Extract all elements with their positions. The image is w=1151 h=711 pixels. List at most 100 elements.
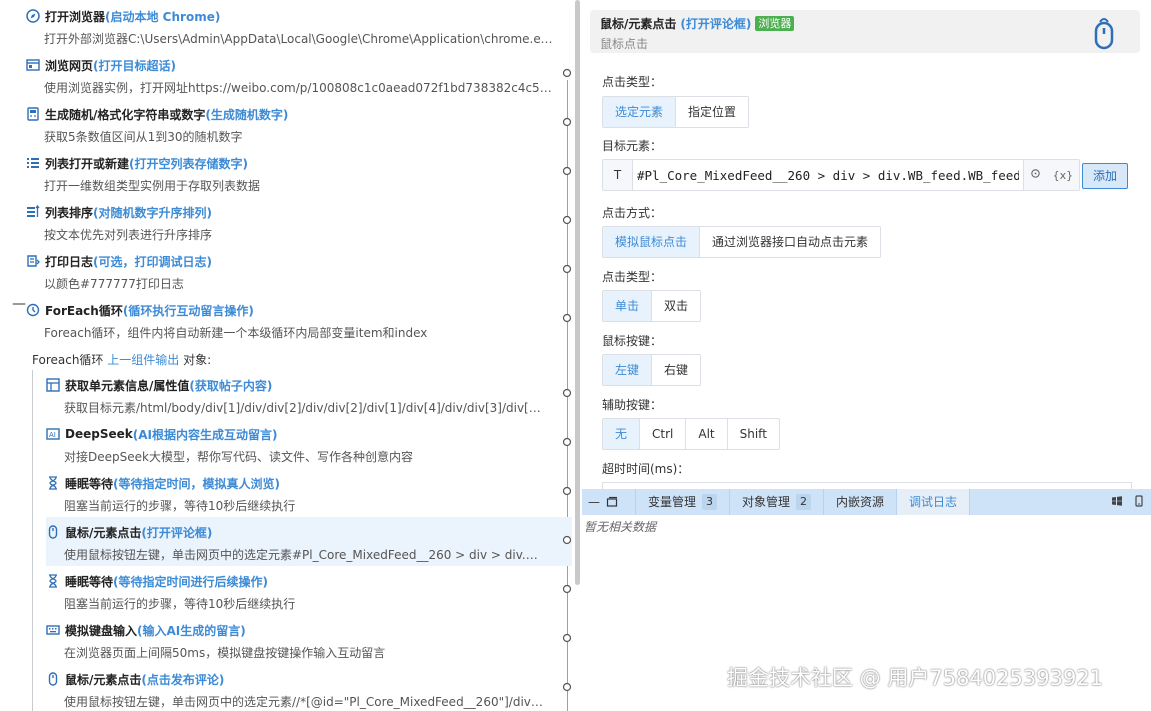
option-shift[interactable]: Shift xyxy=(726,419,779,449)
add-button[interactable]: 添加 xyxy=(1082,163,1128,189)
step-print-log[interactable]: 打印日志 (可选，打印调试日志) 以颜色#777777打印日志 xyxy=(26,246,580,295)
variable-insert-button[interactable]: {x} xyxy=(1053,169,1074,182)
loop-icon xyxy=(26,303,40,317)
step-mouse-click-open-comment[interactable]: 鼠标/元素点击 (打开评论框) 使用鼠标按钮左键，单击网页中的选定元素#Pl_Co… xyxy=(46,517,572,566)
timeout-input[interactable] xyxy=(602,482,1132,489)
step-desc: 使用鼠标按钮左键，单击网页中的选定元素//*[@id="Pl_Core_Mixe… xyxy=(64,695,544,709)
collapse-loop-button[interactable]: — xyxy=(12,297,26,311)
step-alias: (等待指定时间进行后续操作) xyxy=(113,574,268,589)
target-element-input[interactable] xyxy=(633,160,1023,190)
empty-state-text: 暂无相关数据 xyxy=(584,520,657,534)
tab-label: 内嵌资源 xyxy=(836,495,885,509)
step-name: 睡眠等待 xyxy=(65,574,114,589)
step-desc: 获取目标元素/html/body/div[1]/div/div[2]/div/d… xyxy=(64,401,544,415)
ai-icon: AI xyxy=(46,427,60,441)
step-browse-page[interactable]: 浏览网页 (打开目标超话) 使用浏览器实例，打开网址https://weibo.c… xyxy=(26,50,580,99)
connector-pin-icon[interactable] xyxy=(561,263,573,275)
step-alias: (打开目标超话) xyxy=(93,58,176,73)
component-header: 鼠标/元素点击 (打开评论框) 浏览器 鼠标点击 xyxy=(590,10,1140,53)
tab-embedded-resources[interactable]: 内嵌资源 xyxy=(823,489,896,515)
step-desc: 打开一维数组类型实例用于存取列表数据 xyxy=(44,179,261,193)
connector-pin-icon[interactable] xyxy=(561,165,573,177)
click-method-label: 点击方式： xyxy=(602,206,663,220)
option-alt[interactable]: Alt xyxy=(685,419,727,449)
connector-pin-icon[interactable] xyxy=(561,485,573,497)
browser-badge: 浏览器 xyxy=(755,16,795,31)
click-method-selector: 模拟鼠标点击 通过浏览器接口自动点击元素 xyxy=(602,226,882,258)
step-desc: 阻塞当前运行的步骤，等待10秒后继续执行 xyxy=(64,499,296,513)
step-alias: (打开评论框) xyxy=(141,525,213,540)
step-desc: 打开外部浏览器C:\Users\Admin\AppData\Local\Goog… xyxy=(44,32,554,46)
restore-icon[interactable] xyxy=(603,489,621,515)
step-desc: 对接DeepSeek大模型，帮你写代码、读文件、写作各种创意内容 xyxy=(64,450,413,464)
tab-debug-log[interactable]: 调试日志 xyxy=(896,489,971,515)
step-random-generator[interactable]: 生成随机/格式化字符串或数字 (生成随机数字) 获取5条数值区间从1到30的随机数… xyxy=(26,99,580,148)
step-foreach-loop[interactable]: ForEach循环 (循环执行互动留言操作) Foreach循环，组件内将自动新… xyxy=(26,295,580,344)
foreach-source-link[interactable]: 上一组件输出 xyxy=(107,353,179,367)
hourglass-icon xyxy=(46,476,60,490)
option-left-button[interactable]: 左键 xyxy=(603,355,652,385)
option-simulate-mouse[interactable]: 模拟鼠标点击 xyxy=(603,227,700,257)
crosshair-icon[interactable] xyxy=(1030,168,1041,182)
step-desc: 按文本优先对列表进行升序排序 xyxy=(44,228,213,242)
random-generator-icon xyxy=(26,107,40,121)
option-browser-api-click[interactable]: 通过浏览器接口自动点击元素 xyxy=(699,227,881,257)
option-right-button[interactable]: 右键 xyxy=(651,355,701,385)
step-name: 睡眠等待 xyxy=(65,476,114,491)
step-alias: (打开空列表存储数字) xyxy=(129,156,248,171)
loop-guide-line xyxy=(32,370,33,711)
modifier-key-label: 辅助按键： xyxy=(602,398,663,412)
step-list-sort[interactable]: 列表排序 (对随机数字升序排列) 按文本优先对列表进行升序排序 xyxy=(26,197,580,246)
step-deepseek[interactable]: AI DeepSeek (AI根据内容生成互动留言) 对接DeepSeek大模型，帮… xyxy=(46,419,572,468)
target-element-field: T {x} xyxy=(602,159,1080,191)
connector-pin-icon[interactable] xyxy=(561,583,573,595)
mouse-icon xyxy=(1092,16,1116,50)
windows-icon[interactable] xyxy=(1111,495,1123,510)
option-none[interactable]: 无 xyxy=(603,419,640,449)
connector-pin-icon[interactable] xyxy=(561,436,573,448)
option-ctrl[interactable]: Ctrl xyxy=(639,419,686,449)
step-keyboard-input[interactable]: 模拟键盘输入 (输入AI生成的留言) 在浏览器页面上间隔50ms，模拟键盘按键操作… xyxy=(46,615,572,664)
step-get-element-info[interactable]: 获取单元素信息/属性值 (获取帖子内容) 获取目标元素/html/body/div… xyxy=(46,370,572,419)
connector-pin-icon[interactable] xyxy=(561,534,573,546)
connector-pin-icon[interactable] xyxy=(561,312,573,324)
step-list-open[interactable]: 列表打开或新建 (打开空列表存储数字) 打开一维数组类型实例用于存取列表数据 xyxy=(26,148,580,197)
connector-pin-icon[interactable] xyxy=(561,387,573,399)
step-alias: (可选，打印调试日志) xyxy=(93,254,212,269)
step-alias: (等待指定时间，模拟真人浏览) xyxy=(113,476,280,491)
connector-pin-icon[interactable] xyxy=(561,214,573,226)
option-single-click[interactable]: 单击 xyxy=(603,291,652,321)
tab-object-management[interactable]: 对象管理 2 xyxy=(729,489,823,515)
connector-pin-icon[interactable] xyxy=(561,632,573,644)
option-double-click[interactable]: 双击 xyxy=(651,291,701,321)
step-alias: (生成随机数字) xyxy=(205,107,289,122)
step-open-browser[interactable]: 打开浏览器 (启动本地 Chrome) 打开外部浏览器C:\Users\Admin… xyxy=(26,1,580,50)
step-desc: Foreach循环，组件内将自动新建一个本级循环内局部变量item和index xyxy=(44,326,428,340)
target-tools: {x} xyxy=(1023,160,1079,190)
connector-pin-icon[interactable] xyxy=(561,116,573,128)
step-alias: (对随机数字升序排列) xyxy=(93,205,212,220)
minimize-icon[interactable]: — xyxy=(585,489,603,515)
option-selected-element[interactable]: 选定元素 xyxy=(603,97,676,127)
step-desc: 使用鼠标按钮左键，单击网页中的选定元素#Pl_Core_MixedFeed__2… xyxy=(64,548,544,562)
tab-label: 变量管理 xyxy=(648,495,697,509)
mobile-icon[interactable] xyxy=(1133,494,1145,510)
component-alias: (打开评论框) xyxy=(680,17,752,31)
step-sleep-wait-2[interactable]: 睡眠等待 (等待指定时间进行后续操作) 阻塞当前运行的步骤，等待10秒后继续执行 xyxy=(46,566,572,615)
step-alias: (点击发布评论) xyxy=(141,672,225,687)
tab-label: 调试日志 xyxy=(909,495,958,509)
step-sleep-wait-1[interactable]: 睡眠等待 (等待指定时间，模拟真人浏览) 阻塞当前运行的步骤，等待10秒后继续执行 xyxy=(46,468,572,517)
compass-icon xyxy=(26,9,40,23)
connector-pin-icon[interactable] xyxy=(561,67,573,79)
mouse-icon xyxy=(46,525,60,539)
click-kind-selector: 单击 双击 xyxy=(602,290,702,322)
step-name: 模拟键盘输入 xyxy=(65,623,138,638)
step-name: 打开浏览器 xyxy=(45,9,106,24)
tab-variable-management[interactable]: 变量管理 3 xyxy=(635,489,729,515)
step-mouse-click-publish[interactable]: 鼠标/元素点击 (点击发布评论) 使用鼠标按钮左键，单击网页中的选定元素//*[@… xyxy=(46,664,572,711)
properties-panel: 鼠标/元素点击 (打开评论框) 浏览器 鼠标点击 点击类型： 选定元素 指定位置 目… xyxy=(582,0,1151,489)
connector-pin-icon[interactable] xyxy=(561,681,573,693)
selector-type-toggle[interactable]: T xyxy=(603,160,633,190)
option-specified-position[interactable]: 指定位置 xyxy=(675,97,749,127)
step-name: 浏览网页 xyxy=(45,58,94,73)
